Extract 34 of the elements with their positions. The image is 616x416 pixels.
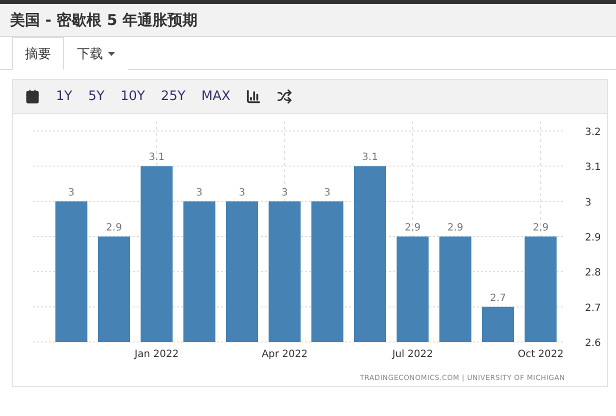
range-button[interactable]: MAX bbox=[195, 87, 236, 106]
calendar-icon bbox=[25, 89, 40, 104]
x-axis-label: Oct 2022 bbox=[518, 349, 564, 360]
shuffle-icon bbox=[277, 89, 292, 104]
y-axis-label: 3.2 bbox=[585, 127, 601, 138]
x-axis-label: Jan 2022 bbox=[134, 349, 179, 360]
tab[interactable]: 摘要 bbox=[12, 37, 64, 70]
y-axis-label: 2.6 bbox=[585, 338, 601, 349]
y-axis-label: 2.7 bbox=[585, 302, 601, 314]
value-label: 2.7 bbox=[490, 292, 506, 304]
x-axis-label: Jul 2022 bbox=[392, 349, 434, 360]
value-label: 3 bbox=[238, 187, 246, 198]
y-axis-label: 3 bbox=[585, 197, 592, 208]
value-label: 3 bbox=[281, 187, 288, 198]
range-button[interactable]: 10Y bbox=[114, 87, 151, 106]
page-title: 美国 - 密歇根 5 年通胀预期 bbox=[10, 10, 198, 30]
value-label: 3 bbox=[68, 187, 75, 198]
y-axis-label: 2.9 bbox=[585, 232, 601, 244]
range-button[interactable]: 5Y bbox=[82, 87, 110, 106]
bar-chart-icon bbox=[246, 89, 262, 104]
range-button[interactable]: 1Y bbox=[50, 87, 78, 106]
value-label: 2.9 bbox=[532, 222, 549, 234]
y-axis-label: 2.8 bbox=[585, 268, 601, 279]
value-label: 3.1 bbox=[362, 152, 378, 164]
bar bbox=[482, 306, 514, 342]
value-label: 3.1 bbox=[148, 152, 165, 164]
x-axis-label: Apr 2022 bbox=[262, 349, 308, 360]
range-button[interactable]: 25Y bbox=[154, 87, 192, 106]
value-label: 2.9 bbox=[404, 222, 421, 234]
value-label: 2.9 bbox=[106, 222, 122, 234]
value-label: 3 bbox=[196, 187, 203, 198]
y-axis-label: 3.1 bbox=[585, 162, 601, 174]
value-label: 2.9 bbox=[447, 222, 464, 234]
value-label: 3 bbox=[324, 187, 331, 198]
